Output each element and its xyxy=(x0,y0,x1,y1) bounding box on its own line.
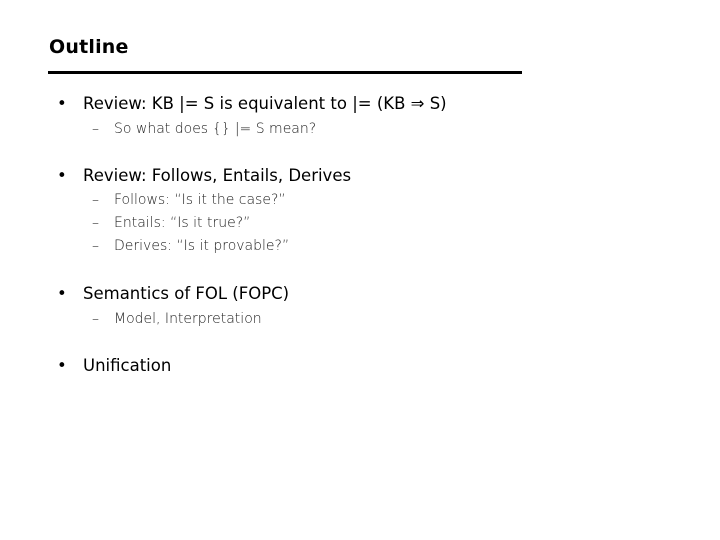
slide-title: Outline xyxy=(49,36,129,58)
bullet-icon: • xyxy=(57,356,67,375)
sub-text: Follows: “Is it the case?” xyxy=(114,192,286,208)
bullet-text: Review: KB |= S is equivalent to |= (KB … xyxy=(83,94,447,113)
bullet-text: Semantics of FOL (FOPC) xyxy=(83,284,290,303)
bullet-icon: • xyxy=(57,284,67,303)
sub-item: – Derives: “Is it provable?” xyxy=(92,238,289,254)
sub-text: Entails: “Is it true?” xyxy=(114,215,251,231)
bullet-text: Unification xyxy=(83,356,172,375)
bullet-icon: • xyxy=(57,94,67,113)
sub-text: Model, Interpretation xyxy=(114,311,262,327)
dash-icon: – xyxy=(92,311,99,327)
sub-item: – Follows: “Is it the case?” xyxy=(92,192,286,208)
dash-icon: – xyxy=(92,215,99,231)
bullet-item: • Review: KB |= S is equivalent to |= (KB… xyxy=(57,94,447,113)
bullet-item: • Semantics of FOL (FOPC) xyxy=(57,284,289,303)
dash-icon: – xyxy=(92,121,99,137)
sub-item: – Entails: “Is it true?” xyxy=(92,215,250,231)
bullet-item: • Review: Follows, Entails, Derives xyxy=(57,166,351,185)
sub-item: – So what does {} |= S mean? xyxy=(92,121,316,137)
bullet-text: Review: Follows, Entails, Derives xyxy=(83,166,352,185)
sub-item: – Model, Interpretation xyxy=(92,311,262,327)
sub-text: Derives: “Is it provable?” xyxy=(114,238,290,254)
dash-icon: – xyxy=(92,192,99,208)
bullet-item: • Unification xyxy=(57,356,171,375)
sub-text: So what does {} |= S mean? xyxy=(114,121,317,137)
title-rule xyxy=(48,71,522,74)
dash-icon: – xyxy=(92,238,99,254)
bullet-icon: • xyxy=(57,166,67,185)
